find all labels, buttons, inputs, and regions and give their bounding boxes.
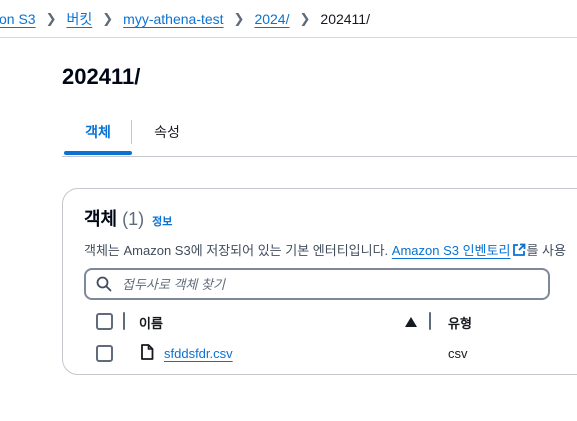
chevron-right-icon: ❯	[102, 10, 114, 26]
object-count: (1)	[122, 209, 145, 229]
column-divider	[429, 312, 431, 330]
tab-bar: 객체 속성	[62, 112, 577, 157]
table-row: sfddsfdr.csv csv	[84, 344, 577, 366]
inventory-link-label: Amazon S3 인벤토리	[391, 243, 511, 258]
search-icon	[96, 276, 112, 292]
description-suffix: 를 사용	[526, 243, 566, 258]
chevron-right-icon: ❯	[45, 10, 57, 26]
breadcrumb-bucket[interactable]: myy-athena-test	[123, 11, 223, 27]
page-title: 202411/	[62, 64, 141, 89]
sort-ascending-icon[interactable]	[405, 317, 417, 327]
column-divider	[123, 312, 125, 330]
search-box	[84, 268, 550, 300]
search-input[interactable]	[122, 276, 522, 292]
tab-properties[interactable]: 속성	[148, 112, 186, 152]
breadcrumb-current: 202411/	[320, 10, 370, 27]
tab-objects[interactable]: 객체	[64, 112, 132, 155]
tab-divider	[131, 120, 132, 144]
breadcrumb: zon S3 ❯ 버킷 ❯ myy-athena-test ❯ 2024/ ❯ …	[0, 0, 577, 38]
panel-description: 객체는 Amazon S3에 저장되어 있는 기본 엔터티입니다. Amazon…	[84, 240, 566, 259]
external-link-icon	[513, 243, 526, 256]
column-header-name[interactable]: 이름	[139, 313, 163, 332]
panel-header: 객체 (1) 정보	[84, 205, 172, 231]
breadcrumb-folder-2024[interactable]: 2024/	[254, 11, 289, 27]
select-all-checkbox[interactable]	[96, 313, 113, 330]
object-name-link[interactable]: sfddsfdr.csv	[164, 346, 233, 361]
breadcrumb-buckets[interactable]: 버킷	[67, 9, 93, 29]
objects-panel: 객체 (1) 정보 객체는 Amazon S3에 저장되어 있는 기본 엔터티입…	[62, 188, 577, 375]
inventory-link[interactable]: Amazon S3 인벤토리	[392, 243, 527, 258]
info-link[interactable]: 정보	[152, 213, 172, 229]
breadcrumb-amazon-s3[interactable]: zon S3	[0, 11, 36, 27]
file-icon	[141, 344, 154, 360]
table-header: 이름 유형	[84, 311, 577, 333]
chevron-right-icon: ❯	[299, 10, 311, 26]
chevron-right-icon: ❯	[233, 10, 245, 26]
description-text: 객체는 Amazon S3에 저장되어 있는 기본 엔터티입니다.	[84, 243, 389, 258]
column-header-type[interactable]: 유형	[448, 313, 472, 332]
s3-folder-page: zon S3 ❯ 버킷 ❯ myy-athena-test ❯ 2024/ ❯ …	[0, 0, 577, 421]
object-type: csv	[448, 346, 468, 361]
panel-title: 객체	[84, 209, 118, 229]
row-checkbox[interactable]	[96, 345, 113, 362]
